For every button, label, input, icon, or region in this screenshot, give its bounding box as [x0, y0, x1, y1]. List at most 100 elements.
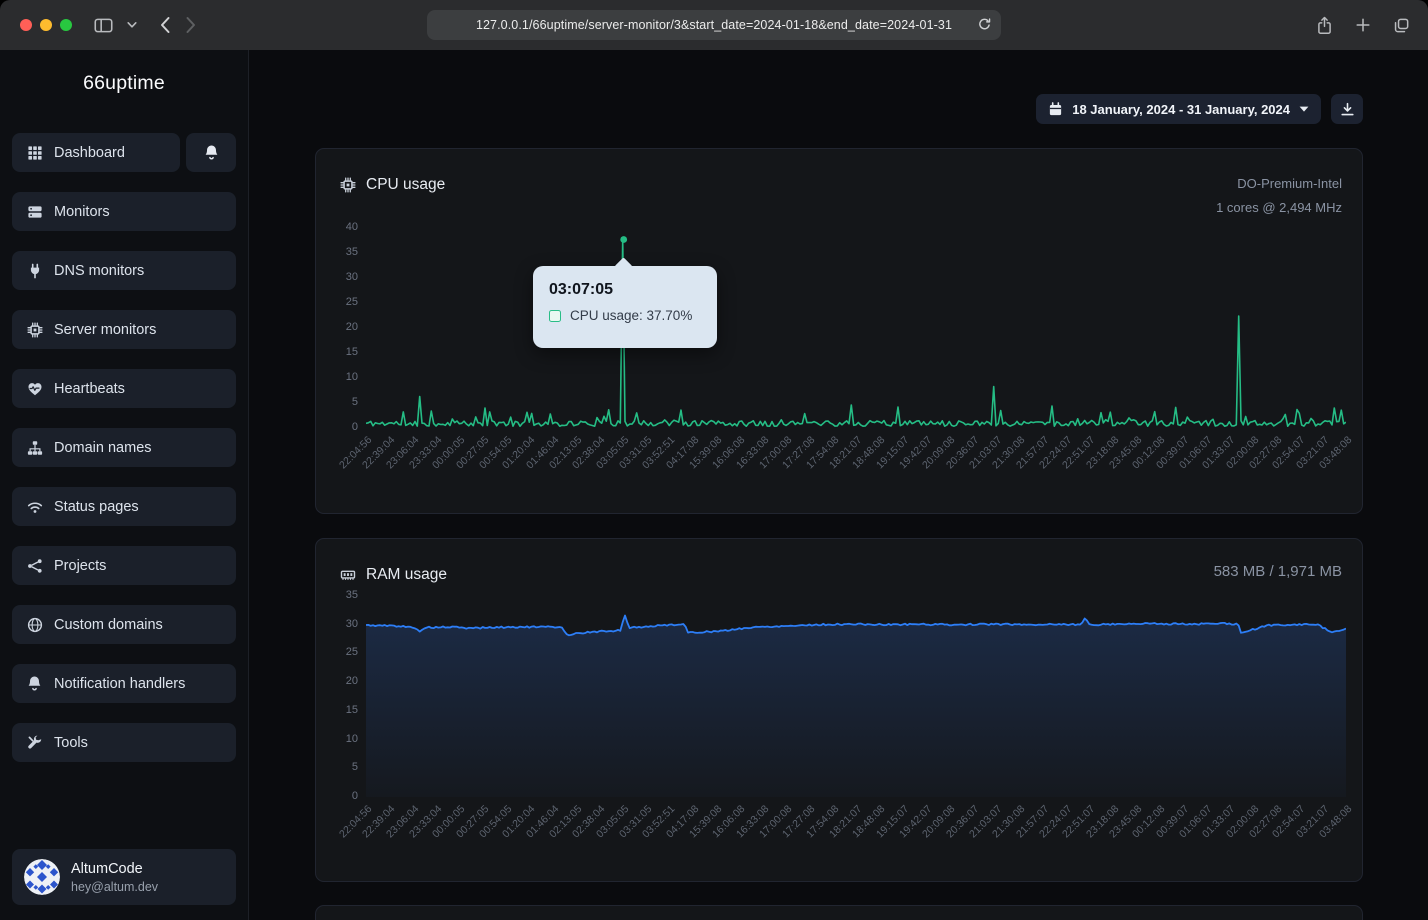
- y-tick-label: 25: [316, 296, 358, 308]
- bell-icon: [203, 144, 220, 161]
- sidebar-item-label: Heartbeats: [54, 381, 125, 397]
- traffic-lights: [20, 19, 72, 31]
- minimize-window-button[interactable]: [40, 19, 52, 31]
- ram-chart[interactable]: [366, 596, 1346, 797]
- sidebar-item-label: Status pages: [54, 499, 139, 515]
- sidebar-item-server-monitors[interactable]: Server monitors: [12, 310, 236, 349]
- cpu-card-meta: DO-Premium-Intel 1 cores @ 2,494 MHz: [1216, 172, 1342, 220]
- sidebar-item-label: Dashboard: [54, 145, 125, 161]
- refresh-icon[interactable]: [977, 17, 992, 32]
- sidebar-item-label: Domain names: [54, 440, 152, 456]
- sidebar-item-tools[interactable]: Tools: [12, 723, 236, 762]
- close-window-button[interactable]: [20, 19, 32, 31]
- tools-icon: [26, 735, 43, 751]
- main-content: 18 January, 2024 - 31 January, 2024 CPU …: [249, 50, 1428, 920]
- sidebar-item-projects[interactable]: Projects: [12, 546, 236, 585]
- sidebar-item-monitors[interactable]: Monitors: [12, 192, 236, 231]
- cpu-cores-label: 1 cores @ 2,494 MHz: [1216, 196, 1342, 220]
- tab-overview-icon[interactable]: [1393, 17, 1410, 34]
- user-name: AltumCode: [71, 860, 158, 879]
- caret-down-icon: [1299, 106, 1309, 112]
- tooltip-time: 03:07:05: [549, 281, 701, 299]
- cpu-x-axis: 22:04:5622:39:0423:06:0423:33:0400:00:05…: [366, 434, 1346, 514]
- sidebar-toggle-icon[interactable]: [94, 17, 113, 34]
- y-tick-label: 25: [316, 646, 358, 658]
- user-email: hey@altum.dev: [71, 879, 158, 895]
- ram-card-title: RAM usage: [366, 566, 447, 584]
- cpu-usage-card: CPU usage DO-Premium-Intel 1 cores @ 2,4…: [315, 148, 1363, 514]
- sidebar-item-label: Custom domains: [54, 617, 163, 633]
- y-tick-label: 15: [316, 346, 358, 358]
- sidebar-item-label: Monitors: [54, 204, 110, 220]
- sitemap-icon: [26, 440, 43, 456]
- notifications-button[interactable]: [186, 133, 236, 172]
- new-tab-icon[interactable]: [1355, 17, 1371, 33]
- plug-icon: [26, 263, 43, 279]
- sidebar-item-custom-domains[interactable]: Custom domains: [12, 605, 236, 644]
- url-bar[interactable]: 127.0.0.1/66uptime/server-monitor/3&star…: [427, 10, 1001, 40]
- sidebar: 66uptime Dashboard Monitors DNS monitors S…: [0, 50, 249, 920]
- browser-titlebar: 127.0.0.1/66uptime/server-monitor/3&star…: [0, 0, 1428, 50]
- date-range-picker[interactable]: 18 January, 2024 - 31 January, 2024: [1036, 94, 1321, 124]
- server-icon: [26, 204, 43, 220]
- wifi-icon: [26, 499, 43, 515]
- date-range-label: 18 January, 2024 - 31 January, 2024: [1072, 102, 1290, 117]
- back-button[interactable]: [159, 16, 171, 34]
- y-tick-label: 0: [316, 421, 358, 433]
- cpu-plan-label: DO-Premium-Intel: [1216, 172, 1342, 196]
- y-tick-label: 35: [316, 589, 358, 601]
- sidebar-nav: Dashboard Monitors DNS monitors Server mon…: [12, 133, 236, 782]
- export-button[interactable]: [1331, 94, 1363, 124]
- sidebar-item-label: Projects: [54, 558, 106, 574]
- cpu-card-title: CPU usage: [366, 176, 445, 194]
- sidebar-item-label: DNS monitors: [54, 263, 144, 279]
- tooltip-value: CPU usage: 37.70%: [570, 308, 692, 323]
- cpu-chip-icon: [340, 177, 356, 193]
- ram-usage-card: RAM usage 583 MB / 1,971 MB 35 30 25 20 15 10…: [315, 538, 1363, 882]
- sidebar-item-dns-monitors[interactable]: DNS monitors: [12, 251, 236, 290]
- y-tick-label: 0: [316, 790, 358, 802]
- avatar: [24, 859, 60, 895]
- grid-icon: [26, 145, 43, 161]
- url-text: 127.0.0.1/66uptime/server-monitor/3&star…: [476, 18, 952, 32]
- y-tick-label: 20: [316, 675, 358, 687]
- y-tick-label: 5: [316, 761, 358, 773]
- user-card[interactable]: AltumCode hey@altum.dev: [12, 849, 236, 905]
- chart-tooltip: 03:07:05 CPU usage: 37.70%: [533, 266, 717, 348]
- sidebar-item-label: Tools: [54, 735, 88, 751]
- globe-icon: [26, 617, 43, 633]
- chip-icon: [26, 322, 43, 338]
- sidebar-item-notification-handlers[interactable]: Notification handlers: [12, 664, 236, 703]
- sidebar-item-heartbeats[interactable]: Heartbeats: [12, 369, 236, 408]
- zoom-window-button[interactable]: [60, 19, 72, 31]
- y-tick-label: 30: [316, 618, 358, 630]
- y-tick-label: 10: [316, 733, 358, 745]
- y-tick-label: 30: [316, 271, 358, 283]
- cpu-chart[interactable]: [366, 228, 1346, 428]
- y-tick-label: 20: [316, 321, 358, 333]
- sidebar-item-domain-names[interactable]: Domain names: [12, 428, 236, 467]
- download-icon: [1340, 102, 1355, 117]
- sidebar-item-label: Server monitors: [54, 322, 156, 338]
- bell-icon: [26, 675, 43, 692]
- sidebar-item-dashboard[interactable]: Dashboard: [12, 133, 180, 172]
- y-tick-label: 10: [316, 371, 358, 383]
- next-card-peek: [315, 905, 1363, 920]
- y-tick-label: 5: [316, 396, 358, 408]
- share-icon[interactable]: [1316, 16, 1333, 35]
- chevron-down-icon[interactable]: [127, 21, 137, 29]
- share-nodes-icon: [26, 558, 43, 574]
- y-tick-label: 15: [316, 704, 358, 716]
- ram-x-axis: 22:04:5622:39:0423:06:0423:33:0400:00:05…: [366, 803, 1346, 883]
- ram-card-meta: 583 MB / 1,971 MB: [1214, 560, 1342, 584]
- series-swatch-icon: [549, 310, 561, 322]
- brand-logo: 66uptime: [0, 72, 248, 95]
- memory-icon: [340, 567, 356, 583]
- sidebar-item-label: Notification handlers: [54, 676, 185, 692]
- calendar-icon: [1048, 102, 1063, 117]
- forward-button: [185, 16, 197, 34]
- y-tick-label: 40: [316, 221, 358, 233]
- browser-window: 127.0.0.1/66uptime/server-monitor/3&star…: [0, 0, 1428, 920]
- heart-pulse-icon: [26, 381, 43, 397]
- sidebar-item-status-pages[interactable]: Status pages: [12, 487, 236, 526]
